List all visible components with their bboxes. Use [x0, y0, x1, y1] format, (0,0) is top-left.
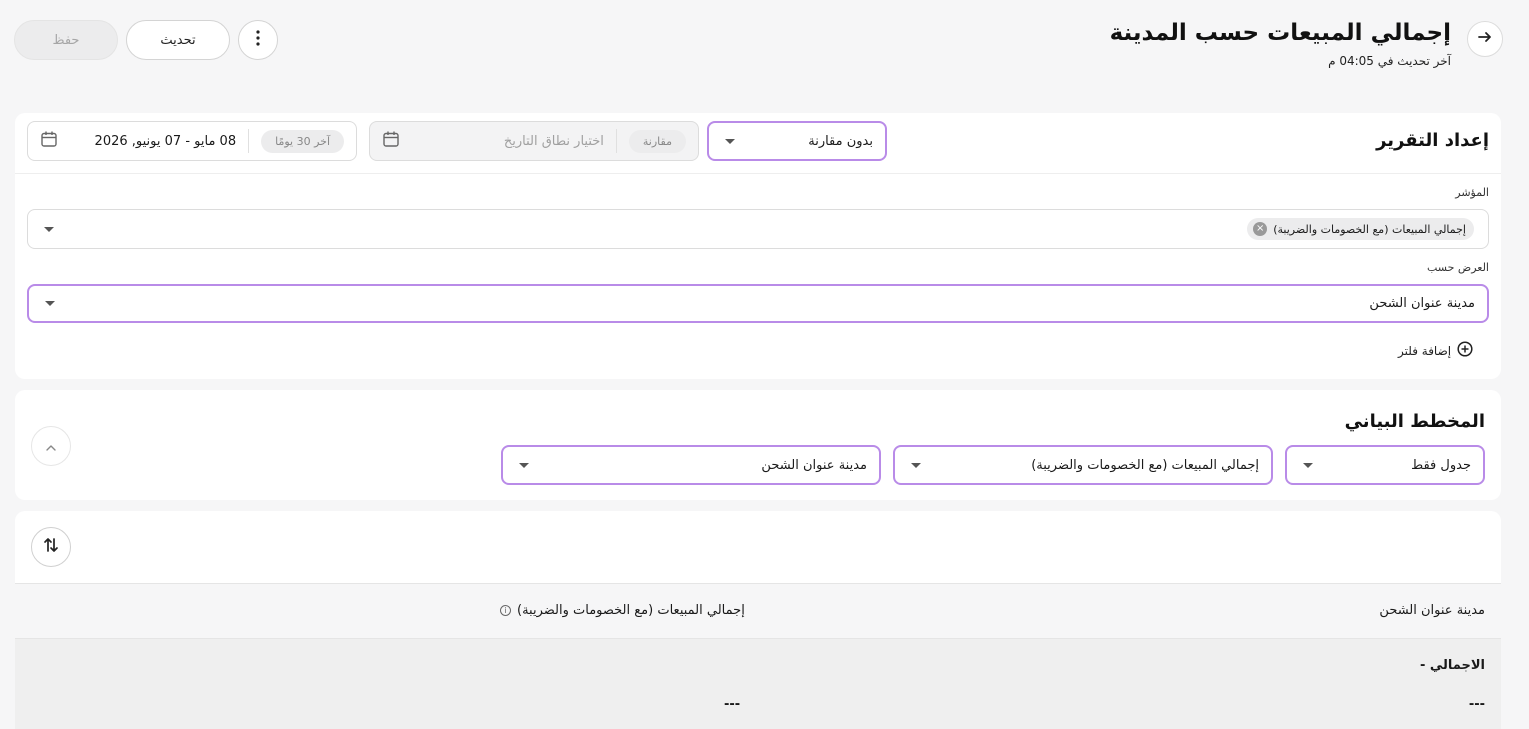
date-range-field[interactable]: آخر 30 يومًا 08 مايو - 07 يونيو, 2026 — [27, 121, 357, 161]
divider — [15, 173, 1501, 174]
chart-dimension-value: مدينة عنوان الشحن — [761, 457, 867, 473]
info-icon[interactable]: i — [500, 605, 511, 616]
chevron-down-icon — [725, 138, 735, 144]
collapse-button[interactable] — [31, 426, 71, 466]
divider — [248, 129, 250, 153]
back-button[interactable] — [1467, 21, 1503, 57]
metric-label: المؤشر — [1455, 186, 1489, 199]
column-header-city[interactable]: مدينة عنوان الشحن — [1379, 603, 1485, 618]
metric-field[interactable]: إجمالي المبيعات (مع الخصومات والضريبة) × — [27, 209, 1489, 249]
metric-tag: إجمالي المبيعات (مع الخصومات والضريبة) × — [1247, 218, 1474, 240]
column-header-sales[interactable]: إجمالي المبيعات (مع الخصومات والضريبة) i — [500, 603, 745, 618]
metric-tag-label: إجمالي المبيعات (مع الخصومات والضريبة) — [1273, 222, 1466, 236]
chart-metric-select[interactable]: إجمالي المبيعات (مع الخصومات والضريبة) — [893, 445, 1273, 485]
compare-date-range-field[interactable]: مقارنة اختيار نطاق التاريخ — [369, 121, 699, 161]
divider — [615, 129, 617, 153]
comparison-select-value: بدون مقارنة — [808, 133, 873, 149]
chevron-down-icon — [519, 462, 529, 468]
column-header-sales-label: إجمالي المبيعات (مع الخصومات والضريبة) — [517, 603, 745, 618]
compare-date-placeholder: اختيار نطاق التاريخ — [503, 133, 604, 149]
chevron-down-icon — [911, 462, 921, 468]
calendar-icon — [40, 130, 58, 152]
calendar-icon — [382, 130, 400, 152]
total-row-label: الاجمالي - — [1419, 658, 1485, 673]
chart-view-value: جدول فقط — [1411, 457, 1471, 473]
sort-button[interactable] — [31, 527, 71, 567]
range-preset-chip[interactable]: آخر 30 يومًا — [261, 129, 344, 153]
comparison-select[interactable]: بدون مقارنة — [707, 121, 887, 161]
chart-metric-value: إجمالي المبيعات (مع الخصومات والضريبة) — [1031, 457, 1259, 473]
plus-circle-icon — [1457, 341, 1473, 361]
report-setup-title: إعداد التقرير — [1376, 130, 1489, 151]
chevron-up-icon — [45, 437, 57, 456]
total-city-value: --- — [1468, 697, 1485, 712]
group-by-select[interactable]: مدينة عنوان الشحن — [27, 284, 1489, 323]
add-filter-button[interactable]: إضافة فلتر — [1398, 341, 1473, 361]
more-options-button[interactable] — [238, 20, 278, 60]
page-title: إجمالي المبيعات حسب المدينة — [1109, 20, 1451, 46]
last-update-text: آخر تحديث في 04:05 م — [1328, 54, 1451, 68]
refresh-button[interactable]: تحديث — [126, 20, 230, 60]
sort-arrows-icon — [42, 536, 60, 558]
arrow-right-icon — [1477, 29, 1493, 49]
chart-view-select[interactable]: جدول فقط — [1285, 445, 1485, 485]
vertical-dots-icon — [256, 30, 260, 50]
close-icon[interactable]: × — [1253, 222, 1268, 236]
total-sales-value: --- — [724, 697, 741, 712]
add-filter-label: إضافة فلتر — [1398, 344, 1452, 358]
chevron-down-icon[interactable] — [44, 226, 54, 232]
chart-dimension-select[interactable]: مدينة عنوان الشحن — [501, 445, 881, 485]
chevron-down-icon — [1303, 462, 1313, 468]
table-header-row — [15, 583, 1501, 639]
chevron-down-icon — [45, 301, 55, 306]
table-row — [15, 639, 1501, 729]
chart-title: المخطط البياني — [1344, 411, 1485, 432]
compare-chip: مقارنة — [628, 129, 686, 153]
date-range-value: 08 مايو - 07 يونيو, 2026 — [94, 133, 237, 149]
group-by-label: العرض حسب — [1427, 261, 1489, 274]
save-button[interactable]: حفظ — [14, 20, 118, 60]
group-by-value: مدينة عنوان الشحن — [1369, 296, 1475, 311]
